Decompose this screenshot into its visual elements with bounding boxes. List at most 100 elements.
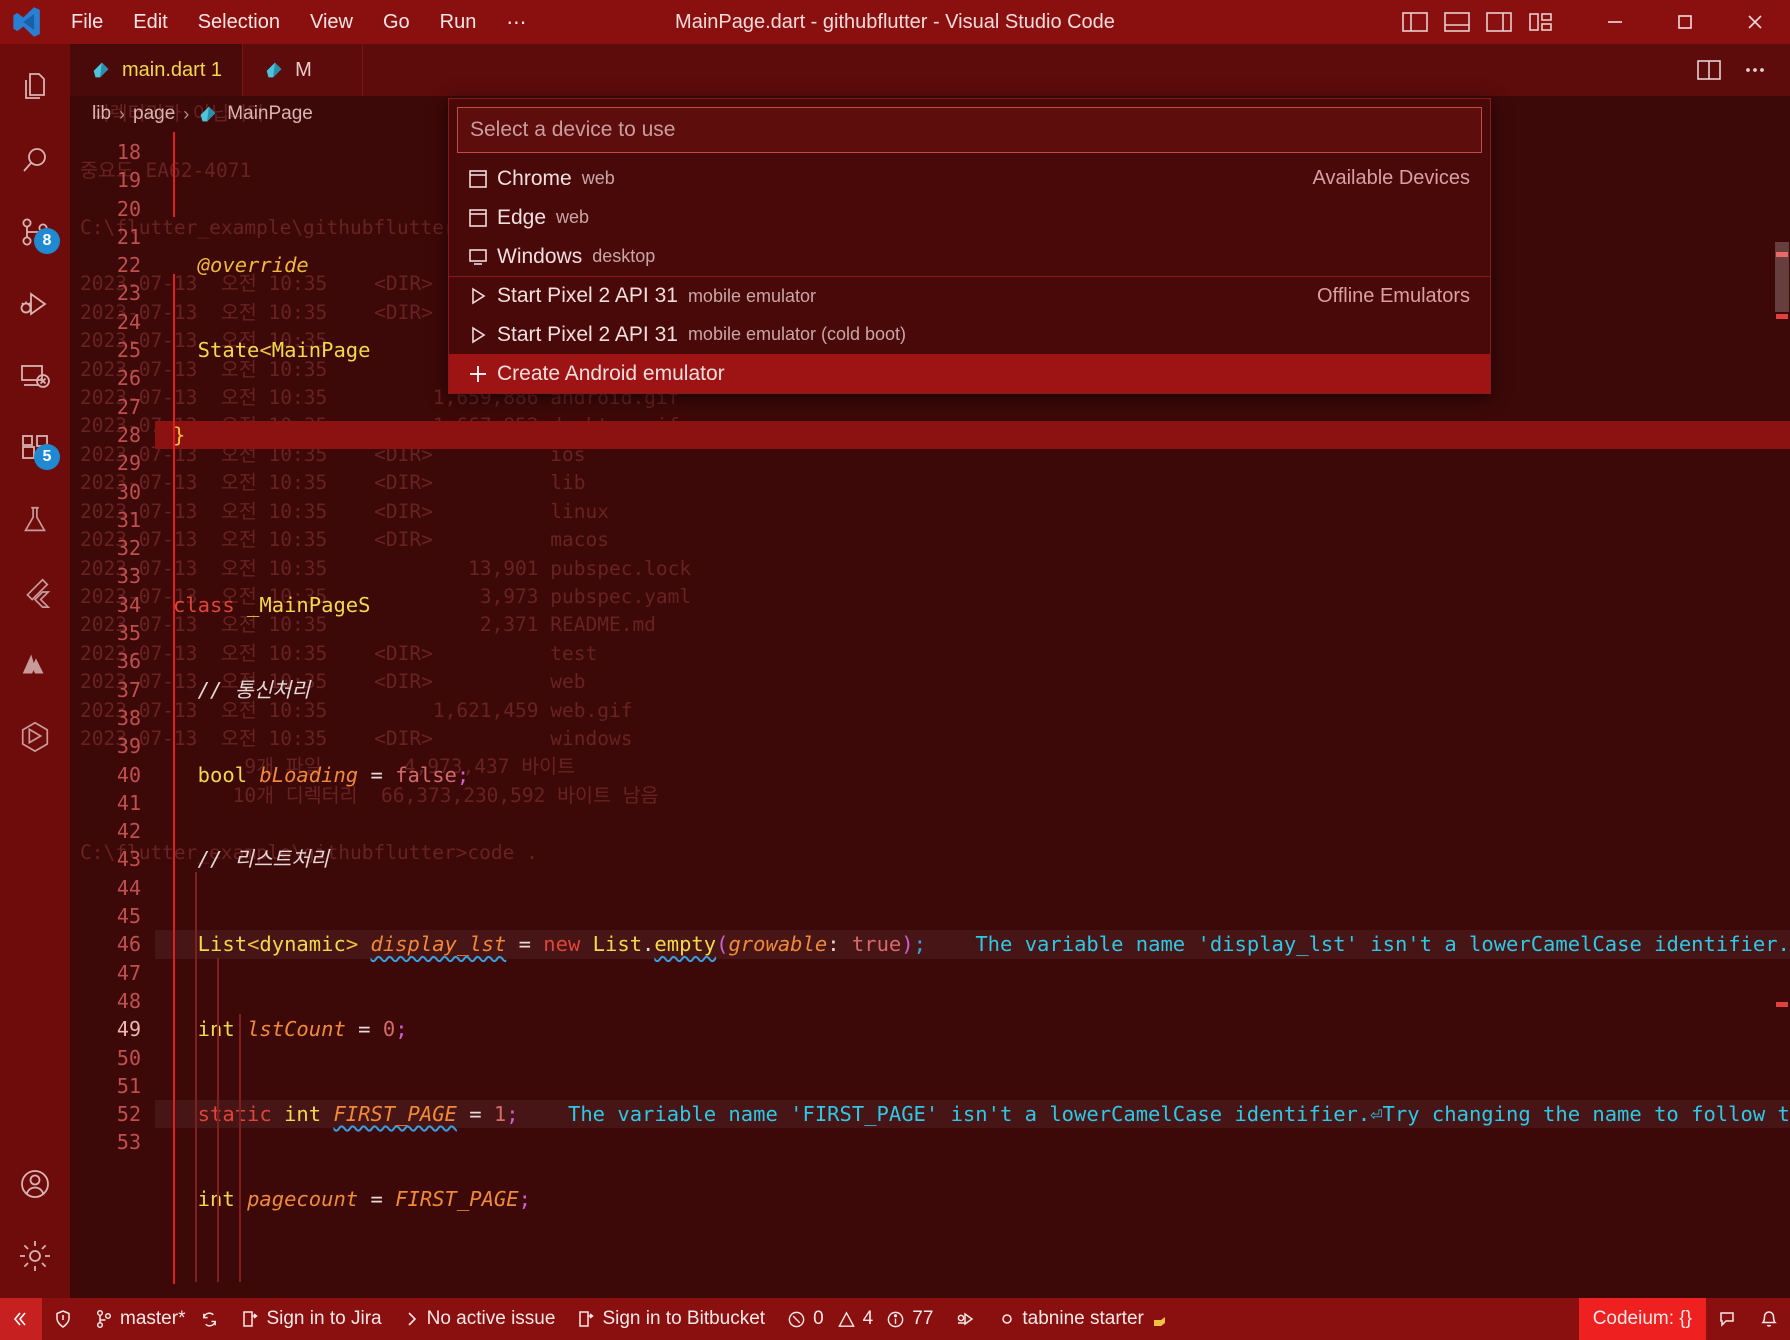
sync-icon[interactable] [200, 1310, 219, 1329]
quick-pick-label: Windows [497, 244, 583, 268]
sidebar-item-remote-explorer[interactable] [0, 340, 70, 412]
extensions-badge: 5 [34, 444, 60, 470]
status-branch[interactable]: master* [84, 1298, 230, 1340]
play-icon [467, 285, 497, 307]
status-problems[interactable]: 0 4 77 [776, 1298, 944, 1340]
customize-layout-icon[interactable] [1528, 11, 1554, 33]
status-branch-label: master* [120, 1308, 186, 1329]
line-number: 34 [116, 592, 141, 617]
quick-pick-group-label: Available Devices [1312, 167, 1471, 189]
toggle-secondary-sidebar-icon[interactable] [1486, 11, 1512, 33]
tab-mainpage-dart[interactable]: M [243, 44, 364, 96]
status-shield[interactable] [42, 1298, 84, 1340]
status-feedback[interactable] [1706, 1298, 1748, 1340]
minimize-button[interactable] [1580, 0, 1650, 44]
line-number: 30 [116, 479, 141, 504]
tab-main-dart[interactable]: main.dart 1 [70, 44, 244, 96]
quick-pick-item-create-android-emulator[interactable]: Create Android emulator [449, 354, 1490, 393]
device-desktop-icon [467, 246, 497, 268]
quick-pick-item-chrome[interactable]: Chrome web Available Devices [449, 159, 1490, 198]
sidebar-item-settings[interactable] [0, 1220, 70, 1292]
toggle-primary-sidebar-icon[interactable] [1402, 11, 1428, 33]
code-line: static int FIRST_PAGE = 1; The variable … [155, 1100, 1790, 1129]
dart-file-icon [200, 106, 216, 122]
breadcrumb-mainpage[interactable]: MainPage [227, 103, 313, 125]
status-bitbucket[interactable]: Sign in to Bitbucket [566, 1298, 776, 1340]
line-number: 32 [116, 536, 141, 561]
breadcrumb-page[interactable]: page [133, 103, 175, 125]
quick-pick-label: Create Android emulator [497, 361, 725, 385]
activity-bar: 8 5 [0, 44, 70, 1298]
line-number: 39 [116, 734, 141, 759]
sidebar-item-explorer[interactable] [0, 52, 70, 124]
line-number: 33 [116, 564, 141, 589]
port-icon [955, 1309, 977, 1329]
dart-file-icon [93, 62, 109, 78]
sidebar-item-testing[interactable] [0, 484, 70, 556]
menu-file[interactable]: File [56, 7, 118, 38]
editor-scrollbar[interactable] [1774, 132, 1790, 1298]
line-number: 49 [116, 1017, 141, 1042]
sidebar-item-flutter[interactable] [0, 556, 70, 628]
quick-pick-item-start-pixel-2[interactable]: Start Pixel 2 API 31 mobile emulator Off… [449, 276, 1490, 315]
maximize-button[interactable] [1650, 0, 1720, 44]
quick-pick-item-edge[interactable]: Edge web [449, 198, 1490, 237]
remote-icon [12, 1310, 30, 1328]
line-number: 18 [116, 140, 141, 164]
quick-pick-group-label: Offline Emulators [1316, 284, 1470, 307]
quick-pick-description: desktop [592, 246, 656, 266]
status-remote-window[interactable] [0, 1298, 42, 1340]
status-tabnine[interactable]: tabnine starter [988, 1298, 1181, 1340]
status-active-issue[interactable]: No active issue [393, 1298, 567, 1340]
menu-more[interactable]: ⋯ [491, 6, 541, 39]
tab-label: main.dart 1 [122, 58, 223, 81]
status-codeium[interactable]: Codeium: {} [1578, 1298, 1706, 1340]
layout-controls [1402, 11, 1580, 33]
line-number: 42 [116, 819, 141, 844]
quick-pick-input[interactable] [457, 107, 1482, 153]
line-number: 27 [116, 394, 141, 419]
sidebar-item-accounts[interactable] [0, 1148, 70, 1220]
code-line: // 리스트처리 [173, 847, 330, 872]
status-bitbucket-label: Sign in to Bitbucket [602, 1308, 766, 1329]
sidebar-item-search[interactable] [0, 124, 70, 196]
close-button[interactable] [1720, 0, 1790, 44]
line-number: 37 [116, 677, 141, 702]
status-tabnine-label: tabnine starter [1022, 1308, 1144, 1329]
quick-pick-item-windows[interactable]: Windows desktop [449, 237, 1490, 276]
status-debug-port[interactable] [944, 1298, 988, 1340]
dart-file-icon [266, 62, 282, 78]
toggle-panel-icon[interactable] [1444, 11, 1470, 33]
bell-icon [1759, 1309, 1779, 1329]
menu-go[interactable]: Go [368, 7, 425, 38]
sidebar-item-run-and-debug[interactable] [0, 268, 70, 340]
menu-run[interactable]: Run [425, 7, 492, 38]
scrollbar-thumb[interactable] [1775, 242, 1789, 312]
inline-error: The variable name 'FIRST_PAGE' isn't a l… [567, 1102, 1790, 1127]
code-line: // 통신처리 [173, 677, 311, 702]
line-number: 51 [116, 1073, 141, 1098]
info-icon [886, 1310, 905, 1329]
line-number: 46 [116, 932, 141, 957]
breadcrumb-lib[interactable]: lib [92, 103, 111, 125]
sidebar-item-source-control[interactable]: 8 [0, 196, 70, 268]
sidebar-item-package-hexagon[interactable] [0, 700, 70, 772]
line-number: 29 [116, 451, 141, 476]
sidebar-item-extensions[interactable]: 5 [0, 412, 70, 484]
menu-selection[interactable]: Selection [183, 7, 295, 38]
menu-edit[interactable]: Edit [118, 7, 182, 38]
status-jira[interactable]: Sign in to Jira [230, 1298, 392, 1340]
status-notifications[interactable] [1748, 1298, 1790, 1340]
sidebar-item-atlassian[interactable] [0, 628, 70, 700]
status-errors-count: 0 [813, 1308, 824, 1329]
line-number: 53 [116, 1130, 141, 1155]
device-quick-pick[interactable]: Chrome web Available Devices Edge web [448, 98, 1491, 394]
quick-pick-description: mobile emulator [687, 285, 816, 306]
split-editor-icon[interactable] [1696, 59, 1722, 81]
line-number: 45 [116, 904, 141, 929]
more-actions-icon[interactable] [1742, 59, 1768, 81]
line-number: 36 [116, 649, 141, 674]
menu-view[interactable]: View [295, 7, 368, 38]
quick-pick-item-start-pixel-2-cold-boot[interactable]: Start Pixel 2 API 31 mobile emulator (co… [449, 315, 1490, 354]
